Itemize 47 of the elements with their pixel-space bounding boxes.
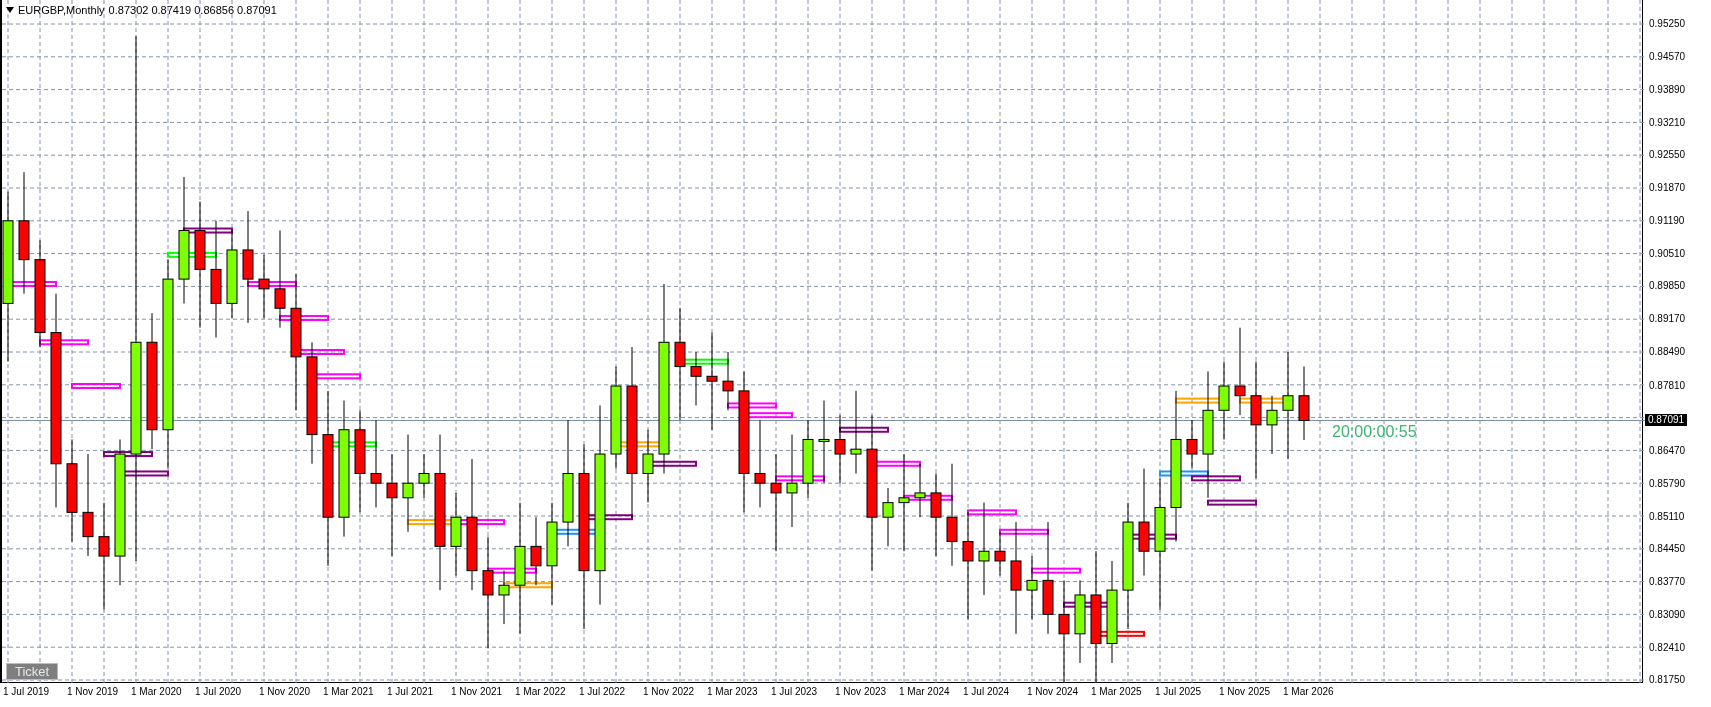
chart-symbol: EURGBP,Monthly (18, 3, 105, 18)
price-label: 0.88490 (1649, 347, 1686, 358)
price-label: 0.84450 (1649, 543, 1686, 554)
price-label: 0.85110 (1649, 511, 1685, 522)
date-label: 1 Jul 2025 (1155, 687, 1202, 697)
price-label: 0.93210 (1649, 118, 1686, 129)
price-label: 0.92550 (1649, 150, 1686, 161)
price-label: 0.91190 (1649, 216, 1685, 227)
ohlc-values: 0.87302 0.87419 0.86856 0.87091 (108, 3, 277, 18)
countdown-timer: 20:00:00:55 (1332, 424, 1417, 441)
date-label: 1 Jul 2021 (387, 687, 434, 697)
date-label: 1 Nov 2022 (643, 687, 695, 697)
price-label: 0.95250 (1649, 19, 1686, 29)
price-label: 0.87810 (1649, 380, 1686, 391)
price-label: 0.85790 (1649, 478, 1686, 489)
date-label: 1 Nov 2019 (67, 687, 119, 697)
price-label: 0.83090 (1649, 609, 1686, 620)
price-label: 0.94570 (1649, 52, 1686, 63)
dropdown-triangle-icon[interactable] (6, 7, 14, 14)
date-label: 1 Mar 2020 (131, 687, 182, 697)
date-label: 1 Nov 2025 (1219, 687, 1271, 697)
date-label: 1 Mar 2021 (323, 687, 374, 697)
price-label: 0.90510 (1649, 249, 1686, 260)
date-label: 1 Mar 2026 (1283, 687, 1334, 697)
ticket-button[interactable]: Ticket (6, 663, 59, 680)
date-label: 1 Mar 2022 (515, 687, 566, 697)
date-label: 1 Mar 2025 (1091, 687, 1142, 697)
price-label: 0.89850 (1649, 281, 1686, 292)
date-label: 1 Nov 2023 (835, 687, 887, 697)
price-label: 0.89170 (1649, 314, 1686, 325)
date-label: 1 Mar 2024 (899, 687, 950, 697)
price-label: 0.83770 (1649, 576, 1686, 587)
date-label: 1 Jul 2019 (3, 687, 50, 697)
date-label: 1 Nov 2020 (259, 687, 311, 697)
price-label: 0.81750 (1649, 675, 1686, 685)
price-label: 0.82410 (1649, 642, 1686, 653)
date-label: 1 Nov 2021 (451, 687, 503, 697)
current-price-label: 0.87091 (1645, 414, 1688, 427)
date-label: 1 Mar 2023 (707, 687, 758, 697)
date-label: 1 Jul 2024 (963, 687, 1010, 697)
price-label: 0.91870 (1649, 183, 1686, 194)
date-label: 1 Jul 2020 (195, 687, 242, 697)
date-label: 1 Jul 2023 (771, 687, 818, 697)
date-label: 1 Nov 2024 (1027, 687, 1079, 697)
price-label: 0.93890 (1649, 85, 1686, 96)
date-label: 1 Jul 2022 (579, 687, 626, 697)
price-label: 0.86470 (1649, 445, 1686, 456)
